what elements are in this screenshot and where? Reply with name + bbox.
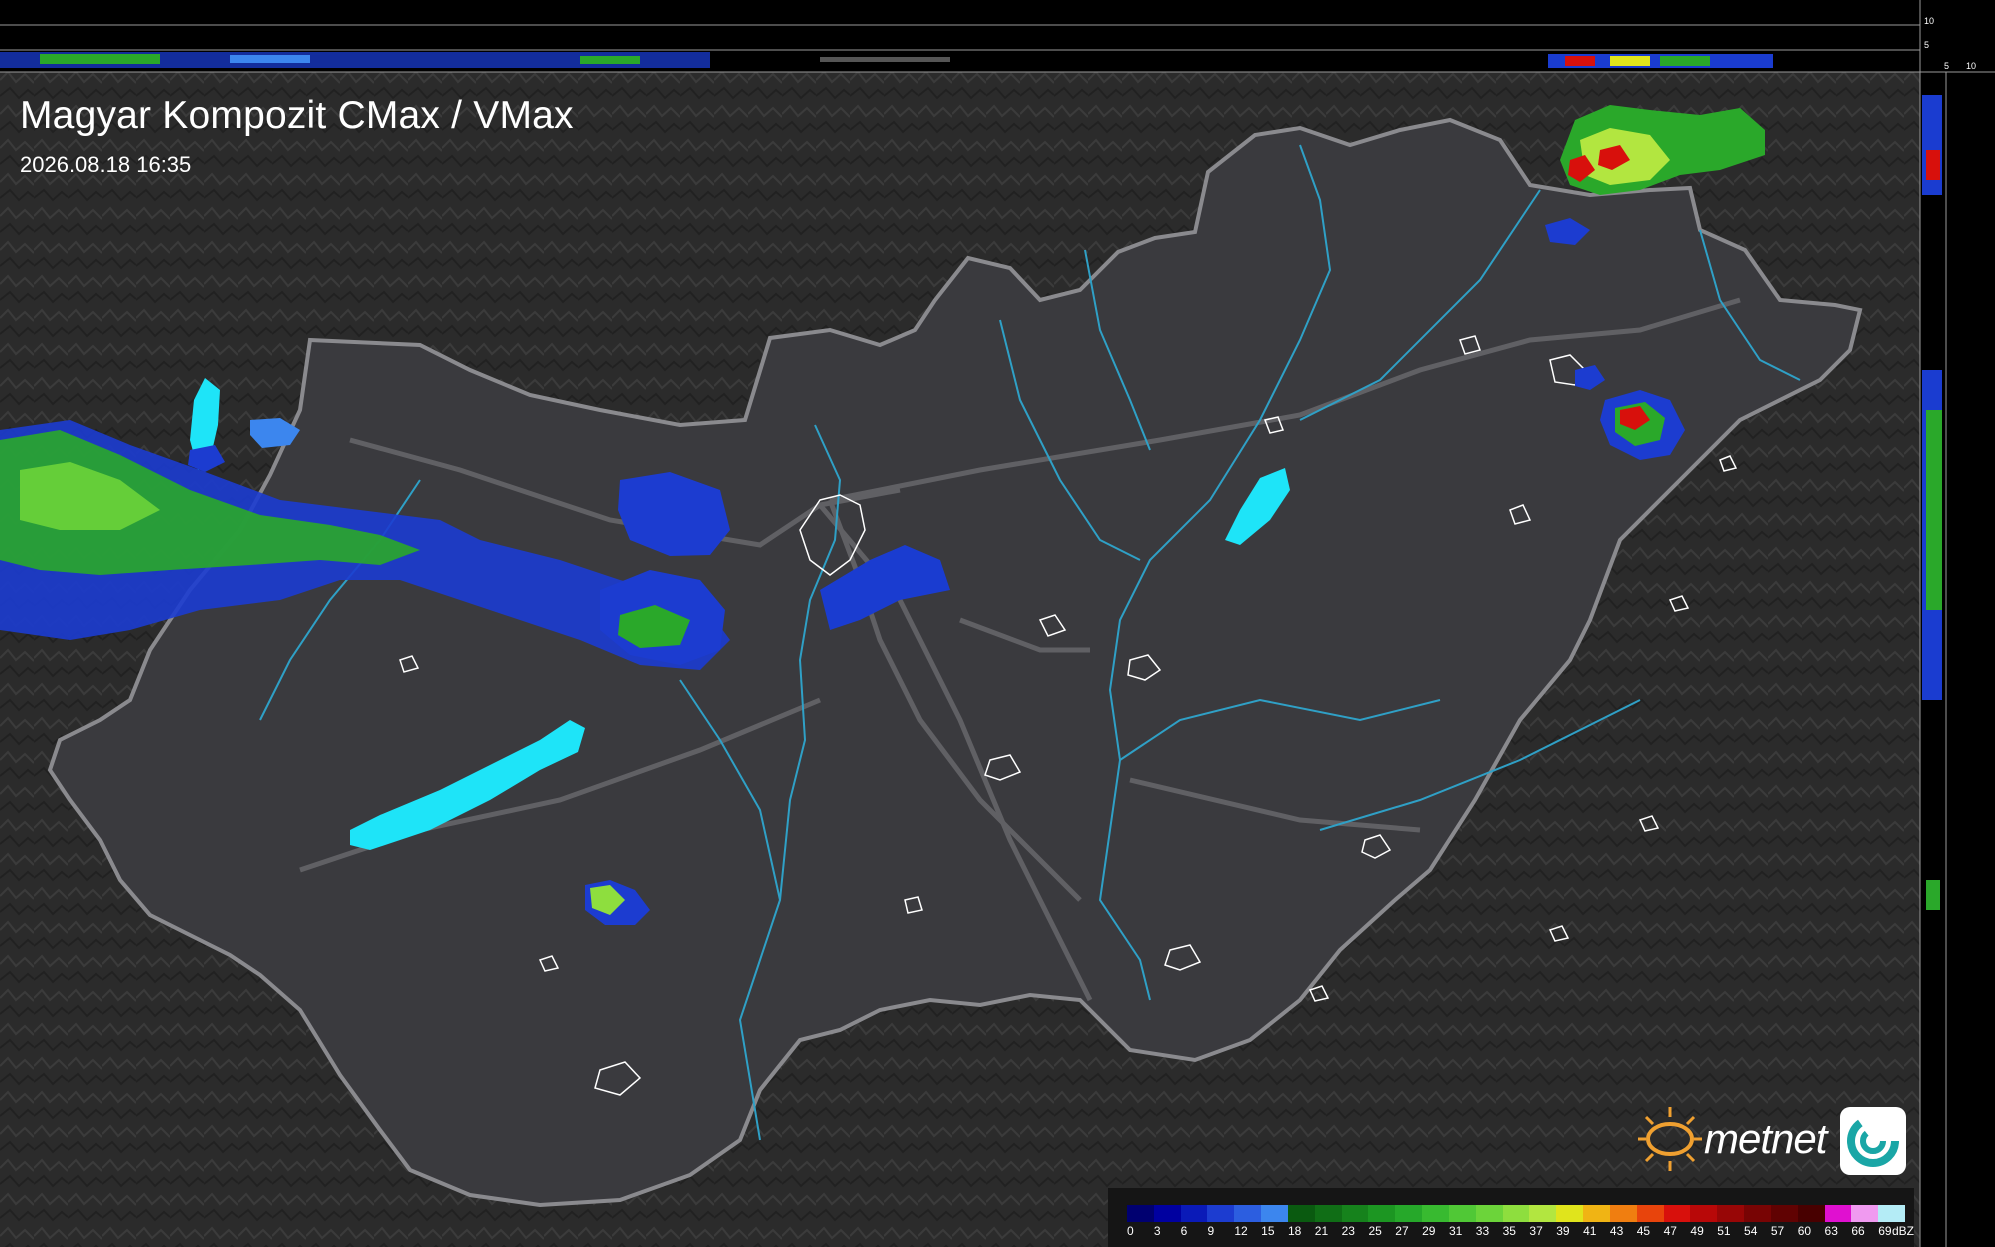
legend-value: 41 [1583,1224,1597,1238]
legend-swatch [1529,1205,1557,1222]
legend-swatch [1341,1205,1369,1222]
legend-swatch [1395,1205,1423,1222]
brand-name: metnet [1704,1115,1827,1162]
legend-swatch [1422,1205,1449,1222]
legend-swatch [1180,1205,1208,1222]
legend-swatch [1502,1205,1530,1222]
side-tick-10b: 10 [1966,61,1977,71]
legend-value: 57 [1770,1224,1785,1238]
legend-swatch [1824,1205,1852,1222]
legend-swatch [1797,1205,1825,1222]
legend-swatch [1770,1205,1798,1222]
legend-value: 51 [1717,1224,1731,1238]
legend-value: 54 [1744,1224,1758,1238]
side-tick-5: 5 [1924,40,1930,50]
metnet-logo: metnet [1634,1103,1910,1175]
radar-map [0,0,1995,1247]
legend-swatch [1744,1205,1771,1222]
legend-swatch [1127,1205,1154,1222]
legend-swatch [1851,1205,1879,1222]
sun-icon [1638,1107,1702,1171]
legend-value: 43 [1609,1224,1624,1238]
legend-color-bar [1127,1205,1906,1222]
legend-value: 66 [1851,1224,1865,1238]
legend-value: 18 [1287,1224,1302,1238]
legend-value: 9 [1207,1224,1215,1238]
legend-swatch [1368,1205,1396,1222]
dbz-legend: 0 3 6 9 12 15 18 21 23 25 27 29 31 33 35 37 39 41 43 45 47 49… [1108,1188,1914,1247]
legend-swatch [1717,1205,1745,1222]
legend-value: 49 [1690,1224,1704,1238]
legend-swatch [1287,1205,1315,1222]
legend-swatch [1663,1205,1691,1222]
legend-labels: 0 3 6 9 12 15 18 21 23 25 27 29 31 33 35 37 39 41 43 45 47 49… [1127,1224,1905,1240]
legend-swatch [1475,1205,1503,1222]
legend-swatch [1690,1205,1718,1222]
map-title: Magyar Kompozit CMax / VMax [20,94,574,137]
legend-swatch [1207,1205,1235,1222]
legend-value: 21 [1314,1224,1329,1238]
legend-swatch [1153,1205,1181,1222]
legend-value: 31 [1448,1224,1463,1238]
legend-value: 39 [1556,1224,1570,1238]
legend-value: 63 [1824,1224,1838,1238]
legend-value: 15 [1261,1224,1275,1238]
legend-value: 29 [1422,1224,1436,1238]
legend-swatch [1609,1205,1637,1222]
map-timestamp: 2026.08.18 16:35 [20,152,192,177]
legend-value: 0 [1127,1224,1134,1238]
legend-swatch [1261,1205,1288,1222]
side-tick-10: 10 [1924,16,1935,26]
legend-value: 47 [1663,1224,1677,1238]
legend-value: 25 [1368,1224,1382,1238]
legend-value: 6 [1180,1224,1188,1238]
swirl-icon [1840,1107,1906,1175]
legend-swatch [1583,1205,1610,1222]
legend-value: 23 [1341,1224,1355,1238]
legend-swatch [1448,1205,1476,1222]
legend-value: 12 [1234,1224,1248,1238]
legend-value: 3 [1153,1224,1161,1238]
legend-value: 45 [1636,1224,1651,1238]
legend-swatch [1556,1205,1584,1222]
legend-unit: dBZ [1892,1224,1915,1238]
legend-value: 60 [1797,1224,1812,1238]
legend-swatch [1636,1205,1664,1222]
legend-swatch [1314,1205,1342,1222]
side-tick-5b: 5 [1944,61,1950,71]
legend-swatch [1878,1205,1906,1222]
legend-value: 33 [1475,1224,1490,1238]
legend-value: 27 [1395,1224,1409,1238]
legend-value: 35 [1502,1224,1516,1238]
legend-swatch [1234,1205,1262,1222]
legend-value: 37 [1529,1224,1543,1238]
